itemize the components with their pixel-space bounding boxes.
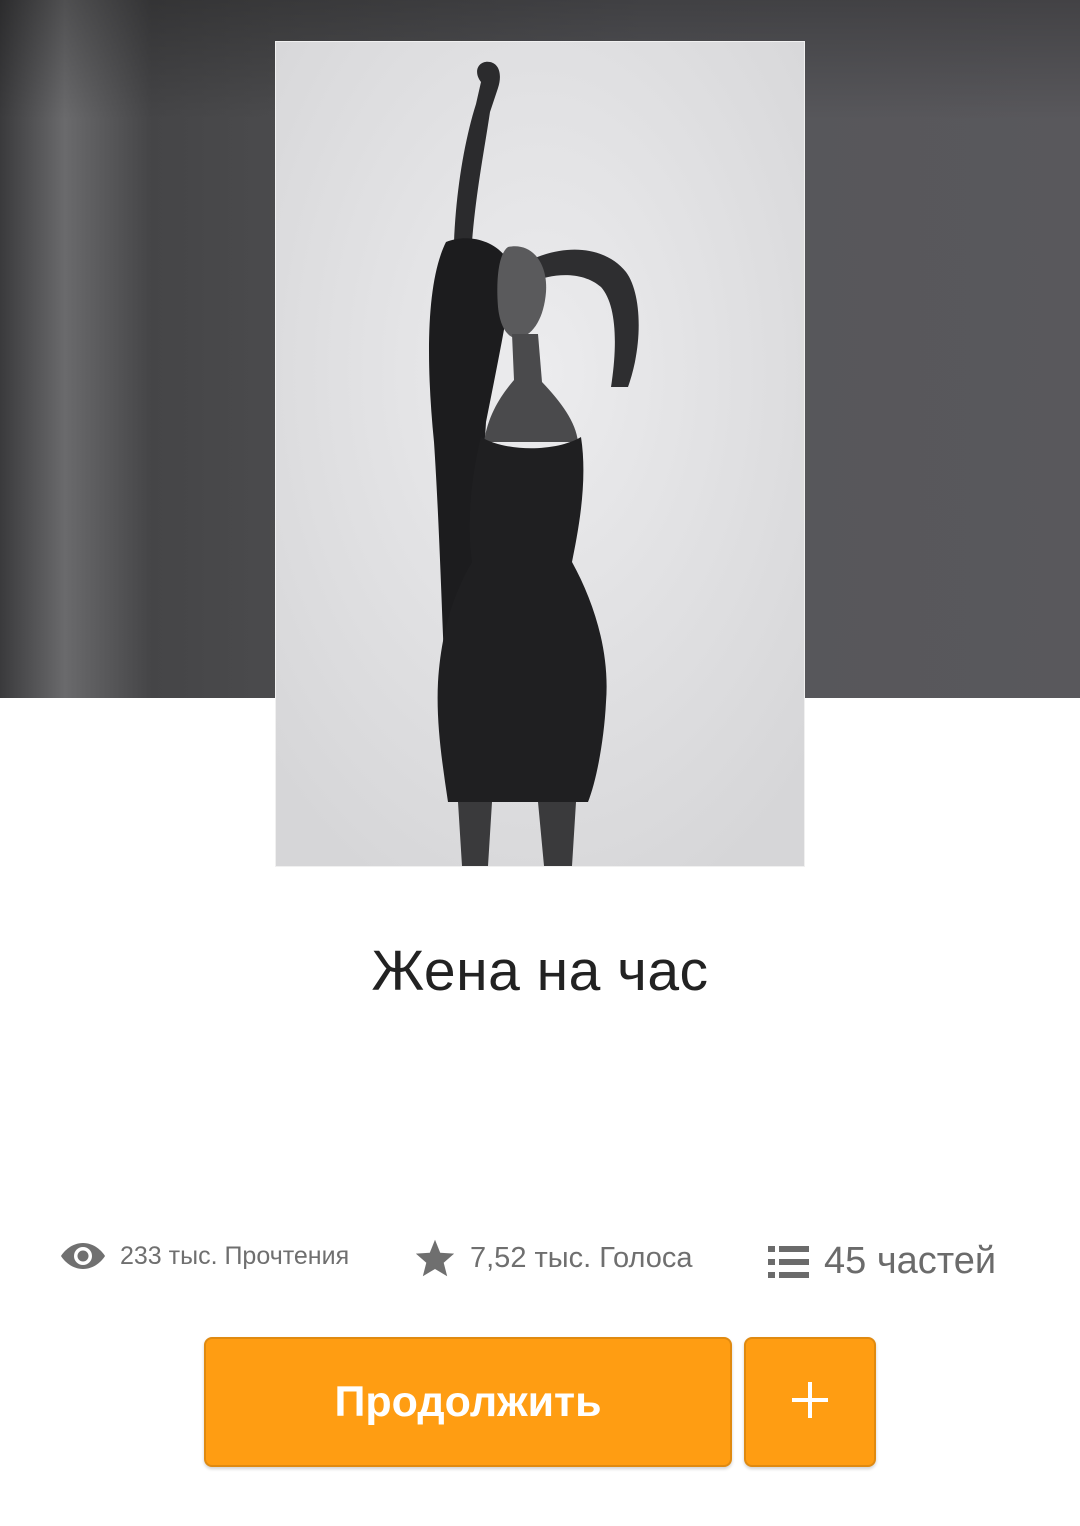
story-title: Жена на час — [371, 939, 709, 1003]
reads-count: 233 тыс. Прочтения — [120, 1241, 350, 1270]
votes-count: 7,52 тыс. Голоса — [470, 1241, 693, 1274]
plus-icon — [790, 1380, 830, 1425]
continue-reading-button[interactable]: Продолжить — [204, 1337, 732, 1467]
votes-stat: 7,52 тыс. Голоса — [414, 1238, 693, 1278]
list-icon — [768, 1244, 810, 1280]
star-icon — [414, 1238, 456, 1278]
story-stats: 233 тыс. Прочтения 7,52 тыс. Голоса 45 ч… — [0, 1236, 1080, 1296]
continue-button-label: Продолжить — [334, 1377, 602, 1426]
parts-count: 45 частей — [824, 1240, 997, 1282]
reads-stat: 233 тыс. Прочтения — [60, 1240, 349, 1272]
eye-icon — [60, 1240, 106, 1272]
cover-illustration — [276, 42, 804, 866]
add-to-library-button[interactable] — [744, 1337, 876, 1467]
story-cover-image[interactable] — [276, 42, 804, 866]
parts-stat[interactable]: 45 частей — [768, 1240, 996, 1283]
